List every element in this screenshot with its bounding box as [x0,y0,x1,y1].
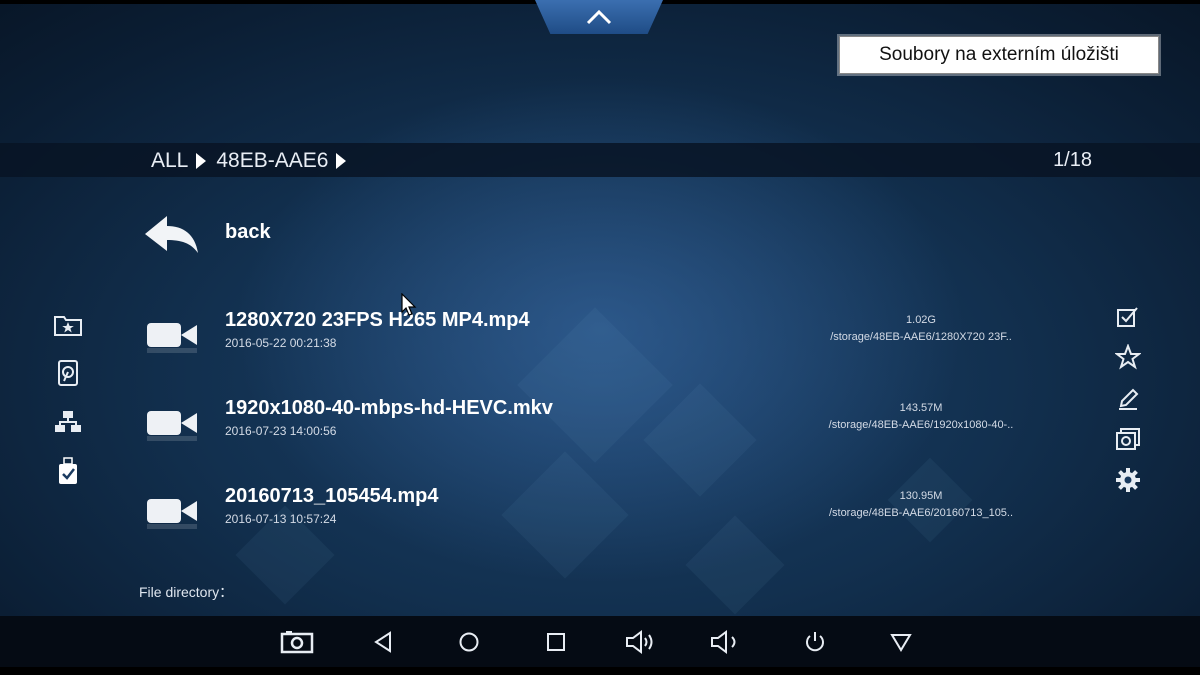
nav-recents-button[interactable] [533,616,579,667]
network-icon [55,411,81,432]
back-button[interactable]: back [143,212,271,258]
menu-down-icon [890,633,912,652]
file-name: 1280X720 23FPS H265 MP4.mp4 [225,309,530,331]
home-circle-icon [459,632,479,651]
file-name: 20160713_105454.mp4 [225,485,439,507]
nav-home-button[interactable] [446,616,492,667]
file-row[interactable]: 1920x1080-40-mbps-hd-HEVC.mkv 2016-07-23… [143,397,1043,463]
volume-up-button[interactable] [704,616,750,667]
screenshot-button[interactable] [274,616,320,667]
select-button[interactable] [1112,302,1144,332]
breadcrumb-separator-icon [196,153,207,169]
chevron-up-icon [586,9,612,25]
nav-back-button[interactable] [360,616,406,667]
network-button[interactable] [52,407,84,437]
file-row[interactable]: 1280X720 23FPS H265 MP4.mp4 2016-05-22 0… [143,309,1043,375]
file-date: 2016-07-13 10:57:24 [225,512,337,526]
screen-bottom-edge [0,667,1200,675]
usb-drive-icon [59,457,77,484]
screenshot-icon [280,630,314,653]
breadcrumb-separator-icon [336,153,347,169]
video-camera-icon [147,411,197,441]
power-button[interactable] [792,616,838,667]
breadcrumb: ALL 48EB-AAE6 [151,149,350,173]
file-path: /storage/48EB-AAE6/20160713_105.. [828,507,1014,519]
back-triangle-icon [374,630,391,653]
volume-down-icon [626,629,653,654]
preview-button[interactable] [1112,424,1144,454]
file-name: 1920x1080-40-mbps-hd-HEVC.mkv [225,397,553,419]
volume-down-button[interactable] [619,616,665,667]
expand-up-button[interactable] [535,0,663,34]
file-date: 2016-07-23 14:00:56 [225,424,337,438]
select-all-icon [1117,307,1138,327]
file-size: 143.57M [899,402,943,414]
mouse-cursor-icon [401,293,417,316]
file-size: 130.95M [899,490,943,502]
settings-gear-icon [1116,468,1140,492]
favorite-button[interactable] [1112,342,1144,372]
rename-button[interactable] [1112,384,1144,414]
recents-square-icon [547,632,565,651]
breadcrumb-device[interactable]: 48EB-AAE6 [216,149,328,173]
settings-button[interactable] [1112,465,1144,495]
storage-notice-label: Soubory na externím úložišti [839,36,1159,74]
usb-storage-button[interactable] [52,456,84,486]
star-icon [1115,344,1141,370]
page-counter: 1/18 [1053,149,1092,171]
file-directory-label: File directory： [139,584,234,600]
back-label: back [225,221,271,243]
volume-up-icon [711,629,736,654]
file-size: 1.02G [906,314,936,326]
power-icon [806,631,824,651]
file-row[interactable]: 20160713_105454.mp4 2016-07-13 10:57:24 … [143,485,1043,551]
favorite-folder-icon [54,316,82,336]
video-camera-icon [147,499,197,529]
video-camera-icon [147,323,197,353]
breadcrumb-root[interactable]: ALL [151,149,188,173]
file-manager-screen: Soubory na externím úložišti ALL 48EB-AA… [0,0,1200,675]
favorites-button[interactable] [52,310,84,340]
file-date: 2016-05-22 00:21:38 [225,336,337,350]
system-nav-bar [0,616,1200,667]
edit-icon [1119,388,1139,410]
local-storage-button[interactable] [52,358,84,388]
menu-down-button[interactable] [878,616,924,667]
hard-disk-icon [58,360,78,386]
gallery-icon [1116,428,1140,450]
back-arrow-icon [145,216,198,253]
file-path: /storage/48EB-AAE6/1280X720 23F.. [830,331,1012,343]
file-path: /storage/48EB-AAE6/1920x1080-40-.. [828,419,1014,431]
